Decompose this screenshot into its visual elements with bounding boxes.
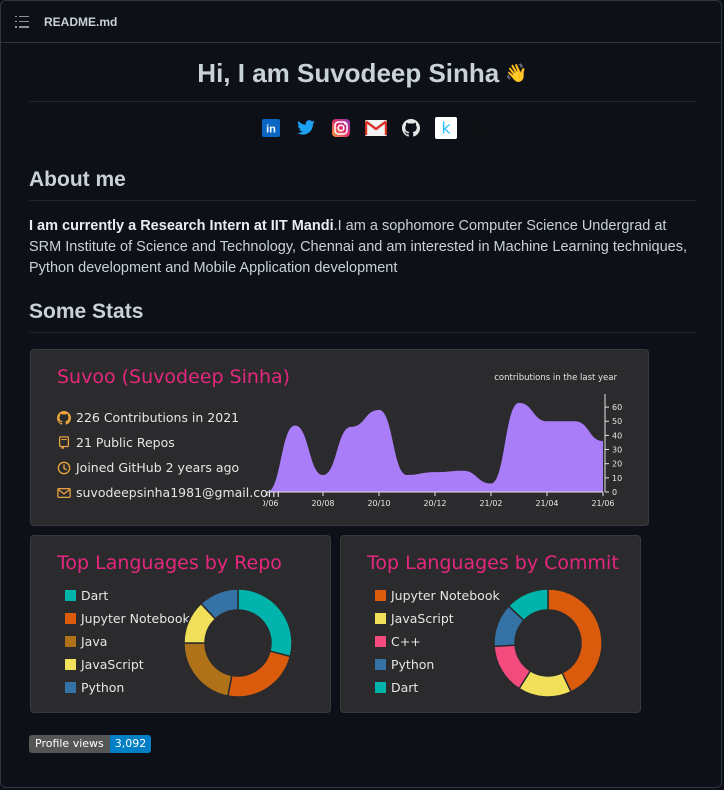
legend-item: Dart xyxy=(375,676,500,699)
social-links: in k xyxy=(0,116,724,140)
legend-item: Dart xyxy=(65,584,190,607)
contributions-chart: contributions in the last year 0 10 20 30 40 5… xyxy=(263,373,622,508)
badge-label: Profile views xyxy=(29,735,110,753)
legend-item: Python xyxy=(65,676,190,699)
legend-label: Python xyxy=(81,680,125,695)
stat-text: 21 Public Repos xyxy=(76,435,175,450)
clock-icon xyxy=(57,461,71,474)
chart-title: contributions in the last year xyxy=(494,373,617,383)
legend-swatch xyxy=(65,659,76,670)
legend-item: Python xyxy=(375,653,500,676)
legend-label: Jupyter Notebook xyxy=(391,588,500,603)
x-tick-label: 20/08 xyxy=(311,499,334,508)
instagram-icon[interactable] xyxy=(330,116,352,140)
x-tick-label: 21/02 xyxy=(479,499,502,508)
legend-label: Dart xyxy=(81,588,109,603)
wave-emoji: 👋 xyxy=(505,63,528,83)
stat-text: 226 Contributions in 2021 xyxy=(76,410,240,425)
stat-joined: Joined GitHub 2 years ago xyxy=(57,460,239,475)
legend-swatch xyxy=(375,682,386,693)
stat-text: suvodeepsinha1981@gmail.com xyxy=(76,485,280,500)
title-divider xyxy=(29,101,696,102)
card-title: Top Languages by Repo xyxy=(57,552,282,574)
languages-by-repo-donut xyxy=(183,588,293,698)
kaggle-icon[interactable]: k xyxy=(435,116,457,140)
donut-slice xyxy=(227,650,292,698)
leetcode-icon[interactable] xyxy=(470,116,492,140)
github-icon xyxy=(57,410,71,425)
twitter-icon[interactable] xyxy=(295,116,317,140)
legend-swatch xyxy=(65,613,76,624)
mail-icon xyxy=(57,487,71,498)
svg-text:in: in xyxy=(266,124,276,136)
legend-label: Dart xyxy=(391,680,419,695)
legend-label: Jupyter Notebook xyxy=(81,611,190,626)
legend-swatch xyxy=(65,636,76,647)
github-icon[interactable] xyxy=(400,116,422,140)
stat-text: Joined GitHub 2 years ago xyxy=(76,460,240,475)
gmail-icon[interactable] xyxy=(365,116,387,140)
stat-contributions: 226 Contributions in 2021 xyxy=(57,410,239,425)
legend-item: Java xyxy=(65,630,190,653)
stat-email: suvodeepsinha1981@gmail.com xyxy=(57,485,280,500)
y-tick-label: 40 xyxy=(612,431,622,440)
legend-label: JavaScript xyxy=(81,657,144,672)
repo-icon xyxy=(58,435,70,449)
legend-swatch xyxy=(375,636,386,647)
stats-divider xyxy=(29,332,696,333)
stats-heading: Some Stats xyxy=(29,300,144,323)
profile-views-badge[interactable]: Profile views 3,092 xyxy=(29,735,152,753)
x-tick-label: 20/10 xyxy=(367,499,390,508)
legend-item: C++ xyxy=(375,630,500,653)
legend-swatch xyxy=(375,659,386,670)
legend-label: C++ xyxy=(391,634,421,649)
title-text: Hi, I am Suvodeep Sinha xyxy=(197,58,500,88)
legend-item: JavaScript xyxy=(375,607,500,630)
y-tick-label: 60 xyxy=(612,403,622,412)
y-tick-label: 50 xyxy=(612,417,622,426)
languages-by-commit-card[interactable]: Top Languages by Commit Jupyter Notebook… xyxy=(340,535,641,713)
x-tick-label: 20/06 xyxy=(263,499,279,508)
x-tick-label: 20/12 xyxy=(423,499,446,508)
x-tick-label: 21/04 xyxy=(535,499,558,508)
donut-slice xyxy=(237,588,293,658)
stats-card[interactable]: Suvoo (Suvodeep Sinha) 226 Contributions… xyxy=(30,349,649,526)
y-tick-label: 30 xyxy=(612,446,622,455)
languages-by-repo-card[interactable]: Top Languages by Repo Dart Jupyter Noteb… xyxy=(30,535,331,713)
y-tick-label: 20 xyxy=(612,460,622,469)
legend-label: Python xyxy=(391,657,435,672)
legend-label: Java xyxy=(81,634,108,649)
linkedin-icon[interactable]: in xyxy=(260,116,282,140)
page-title: Hi, I am Suvodeep Sinha 👋 xyxy=(29,58,696,89)
legend: Dart Jupyter Notebook Java JavaScript Py… xyxy=(65,584,190,699)
about-heading: About me xyxy=(29,168,126,191)
contributions-area xyxy=(267,402,603,492)
file-header: README.md xyxy=(1,1,721,43)
y-tick-label: 0 xyxy=(612,488,617,497)
legend-item: JavaScript xyxy=(65,653,190,676)
donut-slice xyxy=(183,642,233,697)
legend-swatch xyxy=(65,590,76,601)
svg-text:k: k xyxy=(441,120,450,138)
about-bold: I am currently a Research Intern at IIT … xyxy=(29,218,334,234)
legend-swatch xyxy=(375,613,386,624)
list-icon[interactable] xyxy=(15,15,29,28)
legend-item: Jupyter Notebook xyxy=(375,584,500,607)
about-text: I am currently a Research Intern at IIT … xyxy=(29,216,699,279)
file-name[interactable]: README.md xyxy=(44,15,117,29)
legend: Jupyter Notebook JavaScript C++ Python D… xyxy=(375,584,500,699)
legend-item: Jupyter Notebook xyxy=(65,607,190,630)
x-tick-label: 21/06 xyxy=(591,499,614,508)
card-title: Top Languages by Commit xyxy=(367,552,619,574)
legend-label: JavaScript xyxy=(391,611,454,626)
languages-by-commit-donut xyxy=(493,588,603,698)
legend-swatch xyxy=(375,590,386,601)
y-tick-label: 10 xyxy=(612,474,622,483)
badge-value: 3,092 xyxy=(109,735,152,753)
legend-swatch xyxy=(65,682,76,693)
stats-name: Suvoo (Suvodeep Sinha) xyxy=(57,366,291,388)
about-divider xyxy=(29,200,696,201)
stat-repos: 21 Public Repos xyxy=(57,435,175,450)
